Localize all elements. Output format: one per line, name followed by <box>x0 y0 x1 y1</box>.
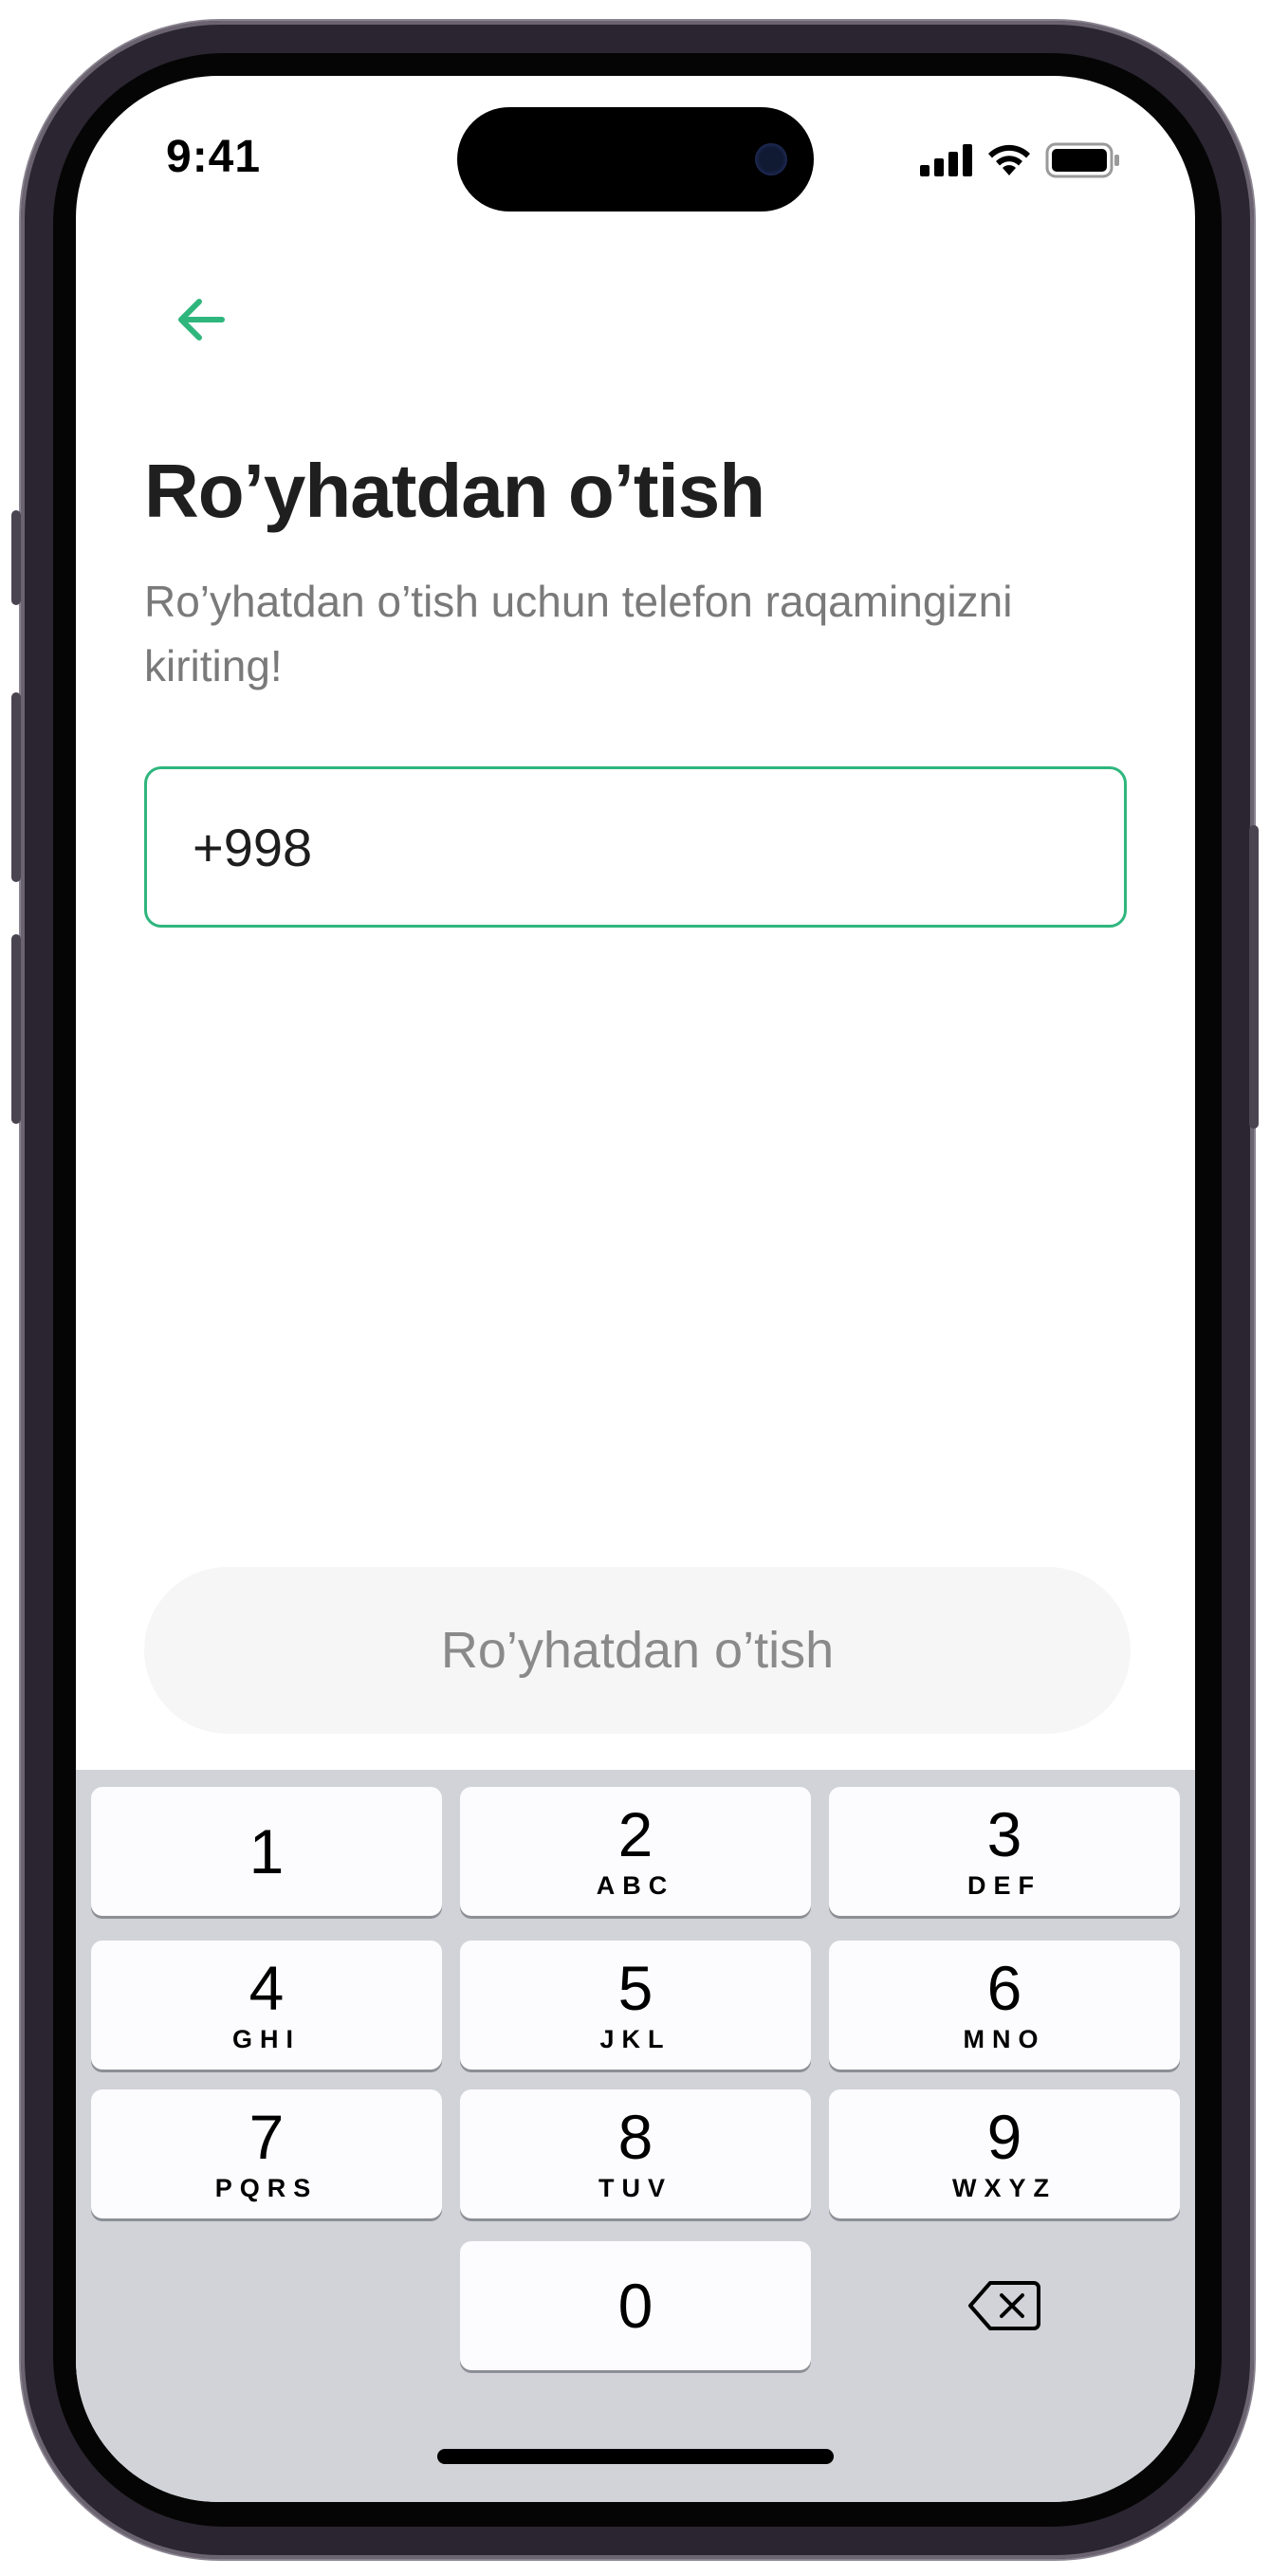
back-button[interactable] <box>169 286 235 353</box>
status-icons <box>920 142 1121 178</box>
wifi-icon <box>988 144 1030 175</box>
key-6[interactable]: 6 MNO <box>829 1941 1180 2070</box>
key-3[interactable]: 3 DEF <box>829 1787 1180 1916</box>
volume-down-button <box>11 934 21 1124</box>
numeric-keypad: 1 2 ABC 3 DEF 4 GHI 5 JKL 6 MNO 7 PQRS 8… <box>76 1770 1195 2502</box>
register-button[interactable]: Ro’yhatdan o’tish <box>144 1567 1131 1734</box>
key-digit: 4 <box>248 1952 285 2023</box>
power-button <box>1249 825 1259 1129</box>
key-4[interactable]: 4 GHI <box>91 1941 442 2070</box>
page-title: Ro’yhatdan o’tish <box>144 449 765 533</box>
phone-number-value: +998 <box>193 817 313 877</box>
key-digit: 5 <box>617 1952 653 2023</box>
key-letters: PQRS <box>214 2173 319 2202</box>
key-digit: 0 <box>617 2271 653 2341</box>
key-digit: 8 <box>617 2101 653 2172</box>
backspace-icon <box>968 2281 1040 2330</box>
key-letters: DEF <box>967 1870 1041 1900</box>
key-letters: TUV <box>598 2173 672 2202</box>
front-camera-icon <box>755 143 787 175</box>
cellular-signal-icon <box>920 144 972 176</box>
key-0[interactable]: 0 <box>460 2241 811 2370</box>
key-1[interactable]: 1 <box>91 1787 442 1916</box>
key-letters: ABC <box>596 1870 675 1900</box>
delete-key[interactable] <box>829 2241 1180 2370</box>
key-letters: MNO <box>963 2024 1046 2053</box>
key-7[interactable]: 7 PQRS <box>91 2089 442 2218</box>
key-digit: 6 <box>986 1952 1022 2023</box>
key-letters: WXYZ <box>952 2173 1057 2202</box>
arrow-left-icon <box>178 299 225 340</box>
volume-up-button <box>11 692 21 882</box>
key-2[interactable]: 2 ABC <box>460 1787 811 1916</box>
key-digit: 2 <box>617 1798 653 1869</box>
phone-number-input[interactable]: +998 <box>144 766 1127 928</box>
key-digit: 9 <box>986 2101 1022 2172</box>
key-9[interactable]: 9 WXYZ <box>829 2089 1180 2218</box>
key-8[interactable]: 8 TUV <box>460 2089 811 2218</box>
key-letters: JKL <box>599 2024 672 2053</box>
key-digit: 1 <box>248 1816 285 1886</box>
key-digit: 7 <box>248 2101 285 2172</box>
phone-screen: 9:41 Ro’yhatdan o’tish Ro’yhatdan o’tish… <box>76 76 1195 2502</box>
page-subtitle: Ro’yhatdan o’tish uchun telefon raqaming… <box>144 577 1013 690</box>
status-time: 9:41 <box>166 132 262 182</box>
battery-icon <box>1045 142 1119 178</box>
dynamic-island <box>457 107 814 212</box>
action-button <box>11 510 21 605</box>
key-digit: 3 <box>986 1798 1022 1869</box>
key-letters: GHI <box>231 2024 301 2053</box>
home-indicator <box>437 2449 834 2464</box>
key-5[interactable]: 5 JKL <box>460 1941 811 2070</box>
